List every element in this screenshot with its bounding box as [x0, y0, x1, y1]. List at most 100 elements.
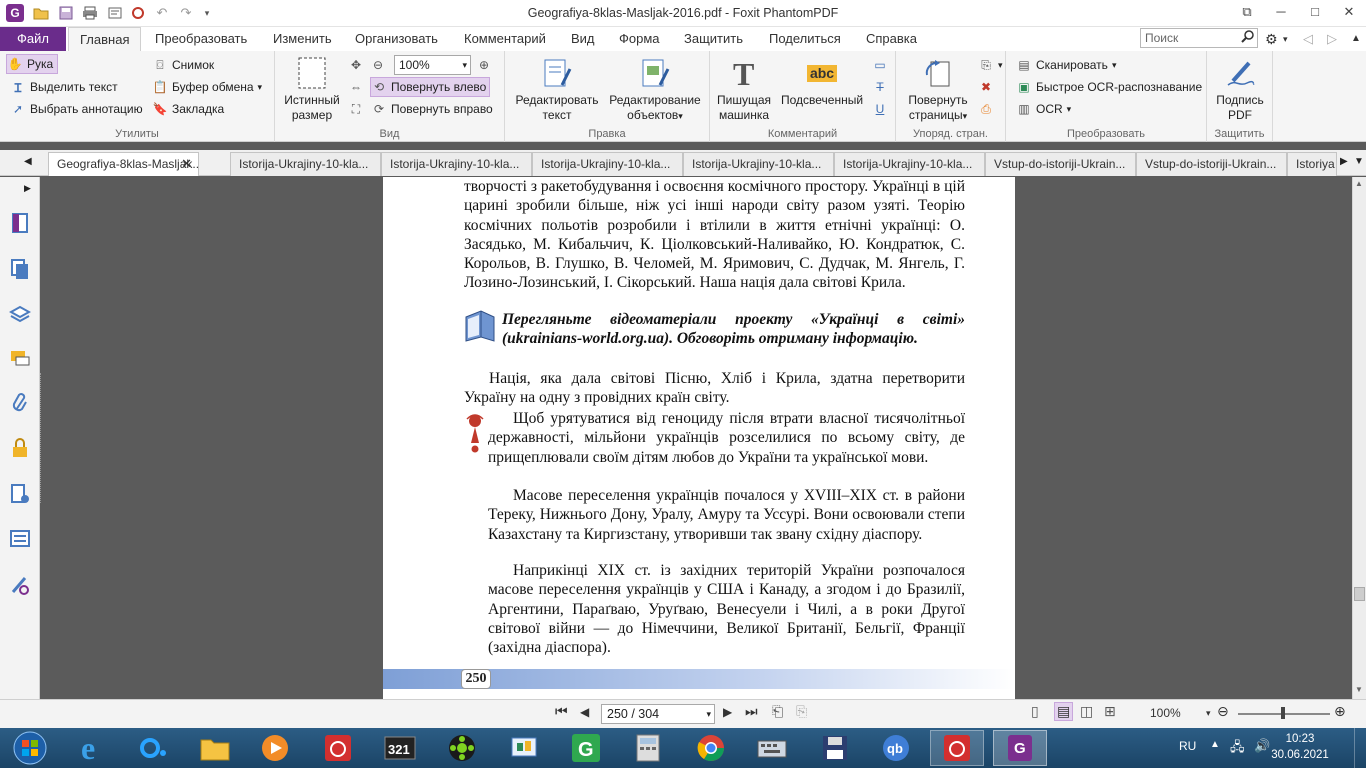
page-number-input[interactable]: 250 / 304 ▾	[601, 704, 715, 724]
file-explorer-icon[interactable]	[188, 730, 242, 766]
signatures-panel-icon[interactable]	[8, 573, 32, 597]
settings-gear-icon[interactable]: ⚙	[1265, 27, 1278, 51]
green-g-app-icon[interactable]: G	[559, 730, 613, 766]
extract-page-icon[interactable]: ⎙	[978, 99, 998, 119]
zoom-out-icon[interactable]: ⊖	[370, 55, 390, 75]
settings-dropdown-icon[interactable]: ▾	[1283, 27, 1288, 51]
tab-file[interactable]: Файл	[0, 27, 66, 51]
icq-messenger-icon[interactable]	[435, 730, 489, 766]
facing-view-icon[interactable]: ◫	[1080, 703, 1093, 720]
strikeout-icon[interactable]: T	[872, 77, 892, 97]
doc-tab[interactable]: Istorija-Ukrajiny-10-kla...	[230, 152, 381, 176]
next-view-icon[interactable]: ⎘	[796, 703, 807, 720]
sign-pdf-button[interactable]: Подпись PDF	[1209, 56, 1271, 123]
tab-help[interactable]: Справка	[866, 27, 917, 51]
start-button[interactable]	[3, 730, 57, 766]
scan-button[interactable]: ▤ Сканировать ▾	[1016, 55, 1116, 75]
control-panel-icon[interactable]	[497, 730, 551, 766]
fields-panel-icon[interactable]	[8, 527, 32, 551]
delete-page-icon[interactable]: ✖	[978, 77, 998, 97]
pages-panel-icon[interactable]	[8, 257, 32, 281]
single-page-view-icon[interactable]: ▯	[1031, 703, 1039, 720]
zoom-slider-thumb[interactable]	[1281, 707, 1285, 719]
insert-page-icon[interactable]: ⎘ ▾	[978, 55, 1002, 75]
attachments-panel-icon[interactable]	[8, 391, 32, 415]
edit-text-button[interactable]: Редактировать текст	[511, 56, 603, 123]
zoom-dropdown-icon[interactable]: ▾	[1206, 708, 1211, 719]
screenshot-app-active-icon[interactable]	[930, 730, 984, 766]
tab-convert[interactable]: Преобразовать	[155, 27, 247, 51]
next-page-icon[interactable]: ▶	[723, 705, 732, 719]
doc-tab[interactable]: Istoriya	[1287, 152, 1337, 176]
document-viewport[interactable]: творчості з ракетобудування і освоєння к…	[40, 177, 1352, 699]
doc-tab[interactable]: Istorija-Ukrajiny-10-kla...	[381, 152, 532, 176]
note-icon[interactable]: ▭	[872, 55, 892, 75]
chrome-browser-icon[interactable]	[684, 730, 738, 766]
pdf-page[interactable]: творчості з ракетобудування і освоєння к…	[383, 177, 1015, 699]
typewriter-button[interactable]: T Пишущая машинка	[712, 56, 776, 123]
doc-tab[interactable]: Istorija-Ukrajiny-10-kla...	[683, 152, 834, 176]
on-screen-keyboard-icon[interactable]	[745, 730, 799, 766]
content-panel-icon[interactable]	[8, 482, 32, 506]
hand-tool-button[interactable]: ✋ Рука	[6, 54, 59, 74]
maximize-button[interactable]: □	[1302, 2, 1328, 22]
forward-arrow-icon[interactable]: ▷	[1327, 27, 1337, 51]
bookmark-button[interactable]: 🔖 Закладка	[152, 99, 225, 119]
doc-tab[interactable]: Istorija-Ukrajiny-10-kla...	[532, 152, 683, 176]
clipboard-button[interactable]: 📋 Буфер обмена ▾	[152, 77, 263, 97]
comments-panel-icon[interactable]	[8, 347, 32, 371]
tab-organize[interactable]: Организовать	[355, 27, 438, 51]
rotate-left-button[interactable]: ⟲ Повернуть влево	[370, 77, 491, 97]
zoom-out-icon[interactable]: ⊖	[1217, 703, 1229, 720]
doc-tab-active[interactable]: Geografiya-8klas-Masljak... ✕	[48, 152, 199, 176]
input-language-indicator[interactable]: RU	[1179, 739, 1196, 753]
layers-panel-icon[interactable]	[8, 302, 32, 326]
internet-explorer-icon[interactable]: e	[66, 730, 120, 766]
scroll-up-icon[interactable]: ▲	[1355, 179, 1363, 188]
highlight-button[interactable]: abc Подсвеченный	[776, 56, 868, 108]
edit-objects-button[interactable]: Редактирование объектов▾	[605, 56, 705, 124]
tabs-scroll-left-icon[interactable]: ◀	[24, 156, 32, 167]
fit-visible-icon[interactable]: ⛶	[348, 99, 368, 119]
rotate-right-button[interactable]: ⟳ Повернуть вправо	[371, 99, 493, 119]
qbittorrent-icon[interactable]: qb	[869, 730, 923, 766]
fit-page-icon[interactable]: ✥	[348, 55, 368, 75]
first-page-icon[interactable]: ⏮	[555, 703, 568, 720]
vertical-scrollbar[interactable]: ▲ ▼	[1352, 177, 1366, 699]
security-lock-icon[interactable]	[8, 436, 32, 460]
show-hidden-icons-icon[interactable]: ▲	[1210, 739, 1220, 750]
tab-share[interactable]: Поделиться	[769, 27, 841, 51]
screenshot-app-icon[interactable]	[311, 730, 365, 766]
ocr-button[interactable]: ▥ OCR ▾	[1016, 99, 1071, 119]
last-page-icon[interactable]: ⏭	[745, 703, 758, 720]
tab-comment[interactable]: Комментарий	[464, 27, 546, 51]
underline-icon[interactable]: U	[872, 99, 892, 119]
tabs-scroll-right-icon[interactable]: ▶	[1340, 156, 1348, 167]
close-tab-icon[interactable]: ✕	[181, 153, 192, 175]
continuous-view-icon[interactable]: ▤	[1054, 702, 1074, 721]
actual-size-button[interactable]: Истинный размер	[279, 56, 345, 123]
doc-tab[interactable]: Vstup-do-istoriji-Ukrain...	[985, 152, 1136, 176]
network-icon[interactable]: 🖧	[1230, 738, 1245, 760]
doc-tab[interactable]: Vstup-do-istoriji-Ukrain...	[1136, 152, 1287, 176]
zoom-in-icon[interactable]: ⊕	[476, 55, 496, 75]
collapse-ribbon-icon[interactable]: ▲	[1351, 27, 1361, 51]
tabs-list-icon[interactable]: ▼	[1354, 156, 1364, 167]
select-text-button[interactable]: Ɪ Выделить текст	[10, 77, 118, 97]
select-annotation-button[interactable]: ➚ Выбрать аннотацию	[10, 99, 143, 119]
clock-time[interactable]: 10:23	[1268, 733, 1332, 745]
doc-tab[interactable]: Istorija-Ukrajiny-10-kla...	[834, 152, 985, 176]
panel-splitter[interactable]	[40, 373, 43, 503]
snapshot-button[interactable]: ⌼ Снимок	[152, 55, 214, 75]
rotate-pages-button[interactable]: Повернуть страницы▾	[900, 56, 976, 124]
game-321-icon[interactable]: 321	[373, 730, 427, 766]
scroll-down-icon[interactable]: ▼	[1355, 685, 1363, 694]
floppy-save-app-icon[interactable]	[808, 730, 862, 766]
quick-ocr-button[interactable]: ▣ Быстрое OCR-распознавание	[1016, 77, 1202, 97]
tab-home[interactable]: Главная	[68, 27, 142, 51]
search-icon[interactable]	[1241, 30, 1254, 48]
tab-edit[interactable]: Изменить	[273, 27, 332, 51]
zoom-select[interactable]: 100% ▾	[394, 55, 471, 75]
fit-width-icon[interactable]: ⇔	[348, 77, 368, 97]
calculator-icon[interactable]	[621, 730, 675, 766]
